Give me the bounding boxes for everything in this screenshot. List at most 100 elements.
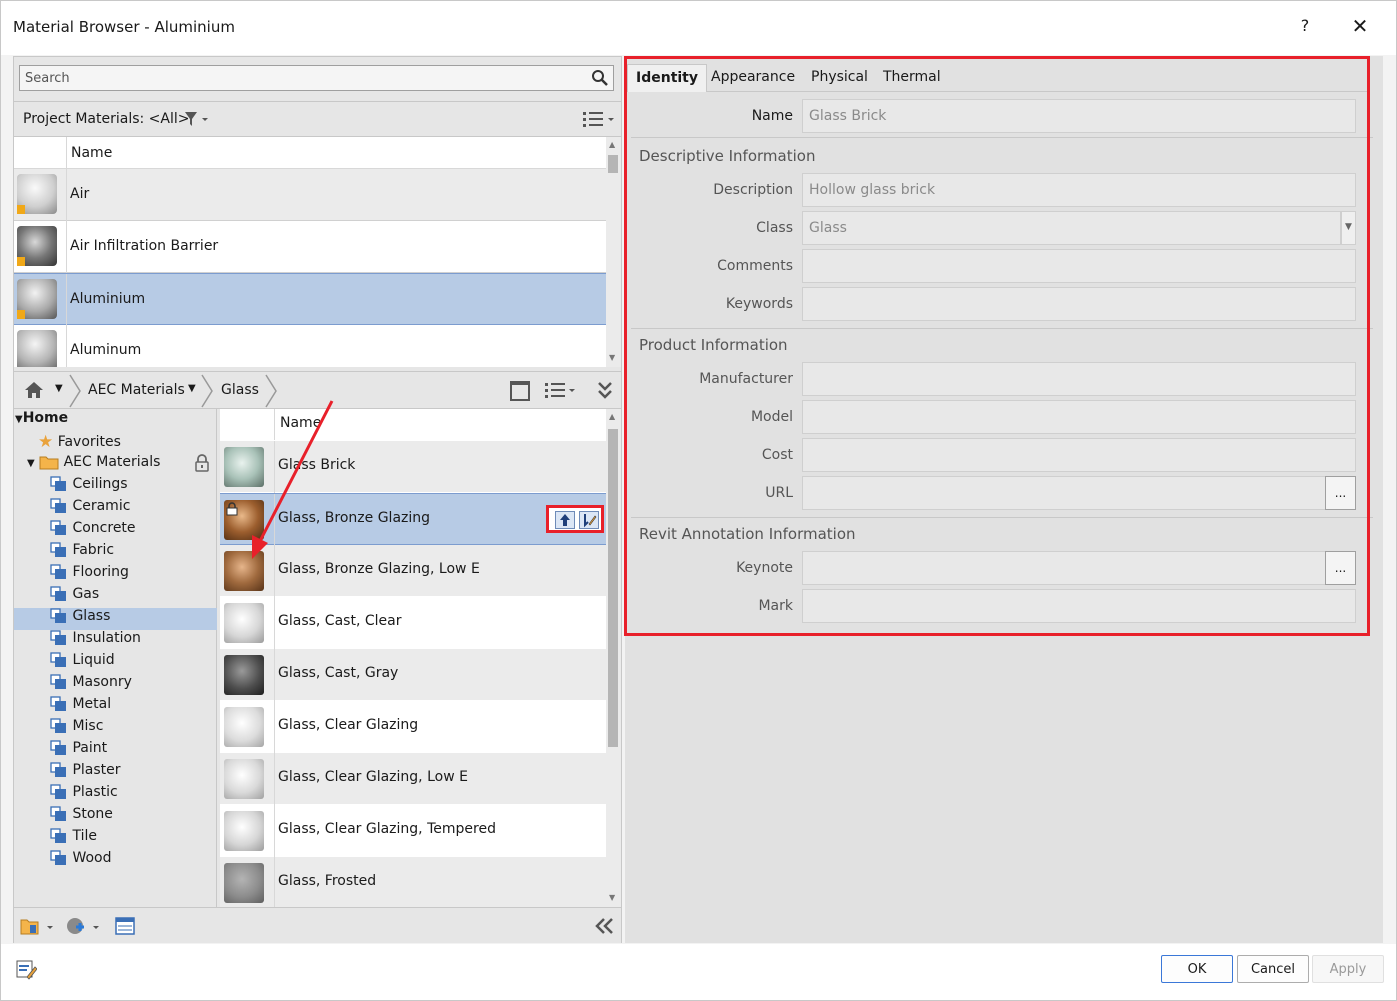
tree-category-item[interactable]: Plastic: [50, 784, 118, 806]
tree-category-item[interactable]: Stone: [50, 806, 113, 828]
manufacturer-field[interactable]: [802, 362, 1356, 396]
tree-node-favorites[interactable]: ★ Favorites: [38, 432, 121, 454]
apply-button[interactable]: Apply: [1312, 955, 1384, 983]
category-icon: [50, 542, 66, 557]
project-material-row[interactable]: Air: [14, 169, 606, 221]
category-icon: [50, 762, 66, 777]
library-material-row-selected[interactable]: Glass, Bronze Glazing: [220, 493, 606, 546]
tree-category-item[interactable]: Masonry: [50, 674, 132, 696]
create-material-icon[interactable]: [66, 916, 102, 936]
expand-arrow-icon[interactable]: ▼: [27, 458, 35, 469]
tab-appearance[interactable]: Appearance: [703, 64, 803, 92]
project-material-row[interactable]: Air Infiltration Barrier: [14, 221, 606, 273]
cost-field[interactable]: [802, 438, 1356, 472]
library-material-row[interactable]: Glass, Clear Glazing, Low E: [220, 753, 606, 805]
tree-category-item[interactable]: Glass: [14, 608, 217, 630]
cancel-button[interactable]: Cancel: [1237, 955, 1309, 983]
project-material-row-selected[interactable]: Aluminium: [14, 273, 606, 326]
library-material-row[interactable]: Glass, Bronze Glazing, Low E: [220, 545, 606, 597]
library-material-row[interactable]: Glass, Clear Glazing: [220, 701, 606, 753]
create-library-icon[interactable]: [20, 916, 56, 936]
name-field[interactable]: Glass Brick: [802, 99, 1356, 133]
tree-category-item[interactable]: Fabric: [50, 542, 114, 564]
warning-icon: [17, 205, 25, 214]
scroll-down-icon[interactable]: ▼: [609, 353, 615, 362]
tree-category-item[interactable]: Plaster: [50, 762, 121, 784]
library-material-row[interactable]: Glass Brick: [220, 441, 606, 493]
project-list-scrollbar[interactable]: ▲ ▼: [606, 137, 621, 367]
library-view-options-icon[interactable]: [544, 381, 578, 401]
close-button[interactable]: ✕: [1349, 14, 1371, 38]
editor-tabs: Identity Appearance Physical Thermal: [625, 64, 1367, 92]
double-chevron-left-icon[interactable]: [594, 916, 614, 936]
product-information-heading[interactable]: Product Information: [639, 336, 788, 354]
descriptive-information-heading[interactable]: Descriptive Information: [639, 147, 815, 165]
double-chevron-down-icon[interactable]: [596, 380, 614, 402]
tree-category-item[interactable]: Ceilings: [50, 476, 128, 498]
keynote-browse-button[interactable]: ...: [1325, 551, 1356, 585]
breadcrumb-glass[interactable]: Glass: [221, 382, 259, 398]
search-icon[interactable]: [591, 69, 609, 87]
url-field[interactable]: [802, 476, 1326, 510]
keywords-field[interactable]: [802, 287, 1356, 321]
library-material-row[interactable]: Glass, Cast, Clear: [220, 597, 606, 649]
scroll-thumb[interactable]: [608, 429, 618, 747]
category-icon: [50, 630, 66, 645]
help-button[interactable]: ?: [1295, 16, 1315, 38]
search-input[interactable]: Search: [19, 65, 614, 91]
model-field[interactable]: [802, 400, 1356, 434]
tree-category-item[interactable]: Paint: [50, 740, 107, 762]
tree-category-item[interactable]: Liquid: [50, 652, 115, 674]
material-editor-toggle-icon[interactable]: [15, 958, 37, 980]
scroll-down-icon[interactable]: ▼: [609, 893, 615, 902]
scroll-up-icon[interactable]: ▲: [609, 140, 615, 149]
asset-browser-icon[interactable]: [115, 916, 135, 936]
tree-category-item[interactable]: Insulation: [50, 630, 141, 652]
tab-thermal[interactable]: Thermal: [875, 64, 949, 92]
tab-identity[interactable]: Identity: [627, 64, 708, 92]
expand-arrow-icon[interactable]: ▼: [15, 414, 23, 425]
add-to-document-button[interactable]: [555, 511, 575, 529]
library-material-row[interactable]: Glass, Cast, Gray: [220, 649, 606, 701]
tree-category-item[interactable]: Gas: [50, 586, 99, 608]
warning-icon: [17, 310, 25, 319]
home-dropdown-icon[interactable]: ▼: [55, 383, 63, 394]
scroll-up-icon[interactable]: ▲: [609, 412, 615, 421]
tree-category-item[interactable]: Flooring: [50, 564, 129, 586]
category-icon: [50, 784, 66, 799]
edit-material-button[interactable]: [579, 511, 599, 529]
ok-button[interactable]: OK: [1161, 955, 1233, 983]
list-view-options-icon[interactable]: [581, 110, 617, 130]
tree-category-item[interactable]: Concrete: [50, 520, 136, 542]
toggle-library-panel-icon[interactable]: [510, 381, 530, 401]
tree-category-item[interactable]: Wood: [50, 850, 112, 872]
library-material-row[interactable]: Glass, Frosted: [220, 857, 606, 907]
keynote-field[interactable]: [802, 551, 1326, 585]
filter-funnel-icon[interactable]: [184, 110, 210, 128]
tree-category-item[interactable]: Metal: [50, 696, 111, 718]
description-field[interactable]: Hollow glass brick: [802, 173, 1356, 207]
material-name: Air: [70, 186, 90, 202]
name-column-header[interactable]: Name: [71, 145, 112, 161]
class-select[interactable]: Glass: [802, 211, 1341, 245]
tree-node-aec-materials[interactable]: ▼ AEC Materials: [27, 454, 160, 476]
library-list-scrollbar[interactable]: ▲ ▼: [606, 409, 621, 907]
mark-field[interactable]: [802, 589, 1356, 623]
tree-category-item[interactable]: Tile: [50, 828, 97, 850]
comments-field[interactable]: [802, 249, 1356, 283]
breadcrumb-aec-materials[interactable]: AEC Materials: [88, 382, 185, 398]
tab-physical[interactable]: Physical: [803, 64, 876, 92]
url-browse-button[interactable]: ...: [1325, 476, 1356, 510]
tree-node-home[interactable]: ▼Home: [15, 410, 68, 432]
project-material-row[interactable]: Aluminum: [14, 325, 606, 367]
name-column-header[interactable]: Name: [280, 415, 321, 431]
class-dropdown-icon[interactable]: ▼: [1341, 211, 1356, 245]
library-material-row[interactable]: Glass, Clear Glazing, Tempered: [220, 805, 606, 857]
home-icon[interactable]: [24, 381, 44, 399]
breadcrumb-dropdown-icon[interactable]: ▼: [188, 383, 196, 394]
material-name: Glass, Bronze Glazing, Low E: [278, 561, 480, 577]
tree-category-item[interactable]: Ceramic: [50, 498, 130, 520]
scroll-thumb[interactable]: [608, 155, 618, 173]
tree-category-item[interactable]: Misc: [50, 718, 103, 740]
revit-annotation-heading[interactable]: Revit Annotation Information: [639, 525, 856, 543]
